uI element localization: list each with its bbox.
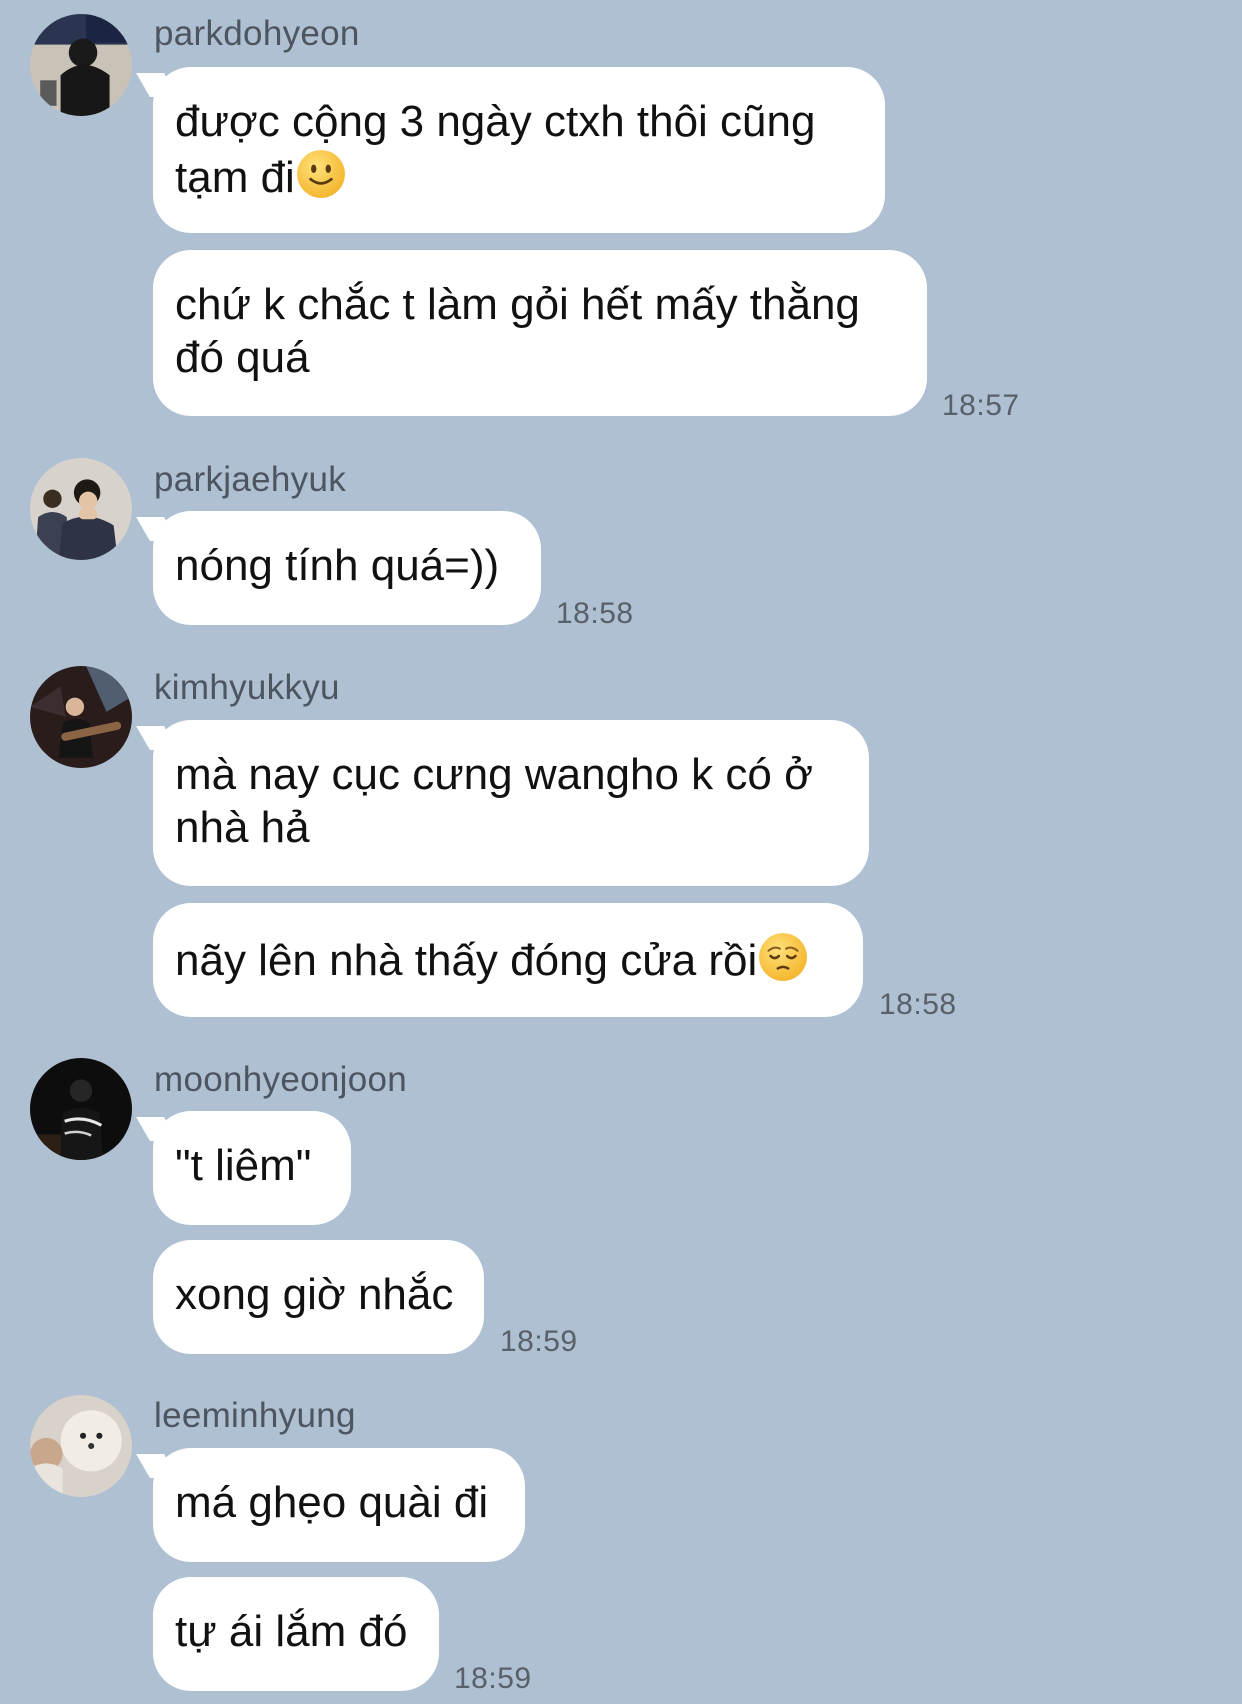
message-text: má ghẹo quài đi [175,1478,489,1527]
message-bubble[interactable]: xong giờ nhắc [153,1240,484,1354]
message-bubble[interactable]: nóng tính quá=)) [153,511,541,625]
message-text: nóng tính quá=)) [175,541,500,590]
avatar-parkdohyeon[interactable] [30,14,132,116]
message-bubble[interactable]: mà nay cục cưng wangho k có ở nhà hả [153,720,869,886]
message-bubble[interactable]: nãy lên nhà thấy đóng cửa rồi [153,903,863,1017]
message-bubble[interactable]: chứ k chắc t làm gỏi hết mấy thằng đó qu… [153,250,927,416]
message-text-line: tạm đi [175,148,863,204]
message-text: tự ái lắm đó [175,1607,408,1656]
sender-name: kimhyukkyu [154,668,340,707]
message-bubble[interactable]: "t liêm" [153,1111,351,1225]
pensive-face-icon [757,931,809,983]
message-text: mà nay cục cưng wangho k có ở [175,750,813,799]
message-time: 18:57 [942,389,1020,422]
message-bubble[interactable]: má ghẹo quài đi [153,1448,525,1562]
message-text: nãy lên nhà thấy đóng cửa rồi [175,936,758,985]
message-bubble[interactable]: được cộng 3 ngày ctxh thôi cũng tạm đi [153,67,885,233]
message-text: xong giờ nhắc [175,1270,454,1319]
message-text-line: nãy lên nhà thấy đóng cửa rồi [175,931,841,987]
message-text: "t liêm" [175,1141,312,1190]
sender-name: leeminhyung [154,1396,356,1435]
avatar-image [30,666,132,768]
avatar-image [30,458,132,560]
message-time: 18:58 [556,597,634,630]
sender-name: moonhyeonjoon [154,1060,407,1099]
message-text: được cộng 3 ngày ctxh thôi cũng [175,97,816,146]
message-time: 18:59 [454,1662,532,1695]
avatar-image [30,1058,132,1160]
message-text: đó quá [175,333,310,382]
avatar-kimhyukkyu[interactable] [30,666,132,768]
message-text: nhà hả [175,803,310,852]
avatar-image [30,14,132,116]
message-bubble[interactable]: tự ái lắm đó [153,1577,439,1691]
slightly-smiling-face-icon [295,148,347,200]
avatar-parkjaehyuk[interactable] [30,458,132,560]
message-text: chứ k chắc t làm gỏi hết mấy thằng [175,280,860,329]
avatar-moonhyeonjoon[interactable] [30,1058,132,1160]
message-time: 18:59 [500,1325,578,1358]
message-time: 18:58 [879,988,957,1021]
avatar-leeminhyung[interactable] [30,1395,132,1497]
sender-name: parkdohyeon [154,14,360,53]
sender-name: parkjaehyuk [154,460,347,499]
message-text: tạm đi [175,153,295,202]
avatar-image [30,1395,132,1497]
